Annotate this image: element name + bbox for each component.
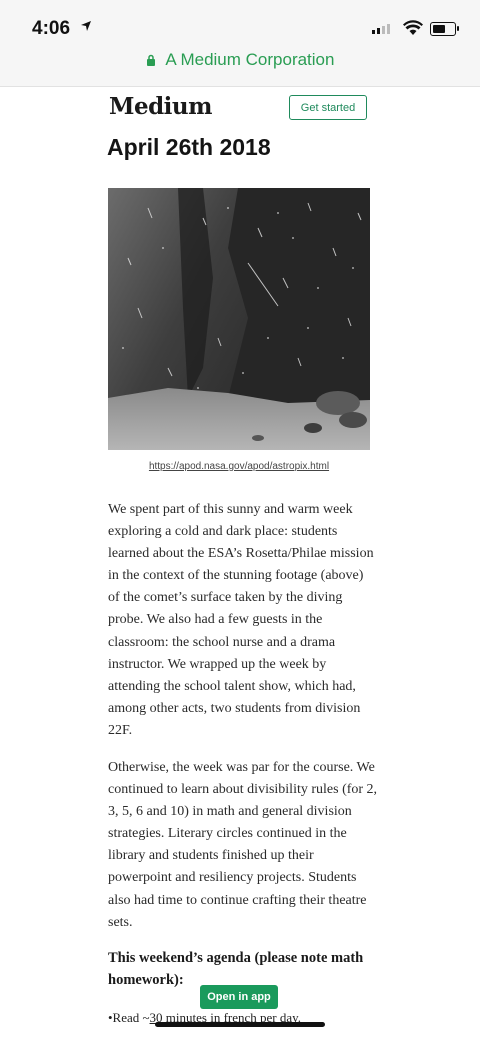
- open-in-app-button[interactable]: Open in app: [200, 985, 278, 1009]
- status-bar: 4:06 A Medium Corporation: [0, 0, 480, 87]
- home-indicator[interactable]: [155, 1022, 325, 1027]
- image-caption-link[interactable]: https://apod.nasa.gov/apod/astropix.html: [108, 461, 370, 472]
- battery-icon: [430, 22, 459, 36]
- lock-icon: [146, 54, 155, 66]
- location-arrow-icon: [81, 21, 91, 31]
- url-label: A Medium Corporation: [165, 50, 335, 69]
- bullet-prefix: •Read ~: [108, 1010, 150, 1025]
- url-bar[interactable]: A Medium Corporation: [0, 50, 480, 70]
- get-started-button[interactable]: Get started: [289, 95, 367, 120]
- status-time: 4:06: [32, 18, 71, 39]
- comet-surface-image: [108, 188, 370, 450]
- post-title: April 26th 2018: [107, 134, 271, 160]
- paragraph-2: Otherwise, the week was par for the cour…: [108, 760, 378, 930]
- wifi-icon: [403, 20, 423, 35]
- medium-logo[interactable]: Medium: [109, 93, 212, 120]
- signal-icon: [372, 24, 390, 34]
- paragraph-1: We spent part of this sunny and warm wee…: [108, 502, 374, 738]
